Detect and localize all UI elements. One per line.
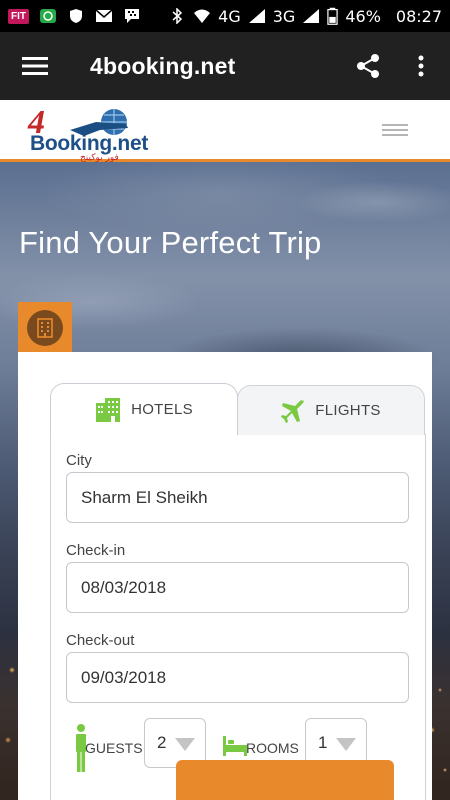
bbm-icon bbox=[125, 9, 139, 23]
rooms-value: 1 bbox=[318, 733, 328, 752]
search-button[interactable] bbox=[176, 760, 394, 800]
hero-title: Find Your Perfect Trip bbox=[19, 225, 322, 260]
status-time: 08:27 bbox=[395, 6, 442, 26]
gmail-icon bbox=[95, 9, 113, 22]
tab-hotels[interactable]: HOTELS bbox=[50, 383, 238, 435]
share-icon bbox=[357, 54, 379, 78]
status-bar: FIT 4G 3G 46% 08:27 bbox=[0, 0, 450, 32]
booking-type-tab[interactable] bbox=[18, 302, 72, 354]
chevron-down-icon bbox=[336, 738, 356, 751]
hero-background: Find Your Perfect Trip HOTELS FLIGHTS Ci… bbox=[0, 162, 450, 800]
wifi-icon bbox=[194, 9, 211, 23]
city-input[interactable]: Sharm El Sheikh bbox=[66, 472, 409, 523]
menu-button[interactable] bbox=[0, 32, 70, 100]
more-options-button[interactable] bbox=[405, 50, 437, 82]
rooms-label: ROOMS bbox=[246, 740, 299, 756]
whatsapp-icon bbox=[40, 9, 56, 23]
fit-notification-icon: FIT bbox=[8, 8, 29, 24]
plane-icon bbox=[281, 399, 305, 423]
network-3g-label: 3G bbox=[272, 6, 296, 26]
shield-icon bbox=[70, 9, 82, 23]
menu-icon bbox=[22, 57, 48, 75]
guests-label: GUESTS bbox=[85, 740, 143, 756]
checkin-input[interactable]: 08/03/2018 bbox=[66, 562, 409, 613]
tab-flights-label: FLIGHTS bbox=[315, 402, 381, 419]
signal-icon bbox=[303, 9, 320, 23]
battery-icon bbox=[327, 7, 339, 25]
checkout-label: Check-out bbox=[66, 632, 135, 649]
checkin-label: Check-in bbox=[66, 542, 126, 559]
building-icon bbox=[37, 318, 53, 338]
tab-flights[interactable]: FLIGHTS bbox=[237, 385, 425, 435]
site-menu-button[interactable] bbox=[382, 124, 408, 138]
app-title: 4booking.net bbox=[90, 52, 236, 79]
chevron-down-icon bbox=[175, 738, 195, 751]
app-bar: 4booking.net bbox=[0, 32, 450, 100]
more-vert-icon bbox=[418, 55, 424, 77]
guests-value: 2 bbox=[157, 733, 167, 752]
city-label: City bbox=[66, 452, 92, 469]
search-card: HOTELS FLIGHTS City Sharm El Sheikh Chec… bbox=[18, 352, 432, 800]
search-tabs: HOTELS FLIGHTS bbox=[50, 383, 426, 435]
hotel-building-icon bbox=[96, 397, 121, 422]
bed-icon bbox=[223, 736, 247, 756]
network-4g-label: 4G bbox=[218, 6, 241, 26]
site-header: 4 Booking.net فور بوكينج bbox=[0, 100, 450, 163]
bluetooth-icon bbox=[172, 8, 183, 24]
checkout-input[interactable]: 09/03/2018 bbox=[66, 652, 409, 703]
share-button[interactable] bbox=[350, 50, 386, 82]
signal-icon bbox=[248, 9, 265, 23]
battery-percent: 46% bbox=[345, 6, 381, 26]
site-logo[interactable]: 4 Booking.net فور بوكينج bbox=[28, 104, 148, 163]
tab-hotels-label: HOTELS bbox=[131, 401, 193, 418]
